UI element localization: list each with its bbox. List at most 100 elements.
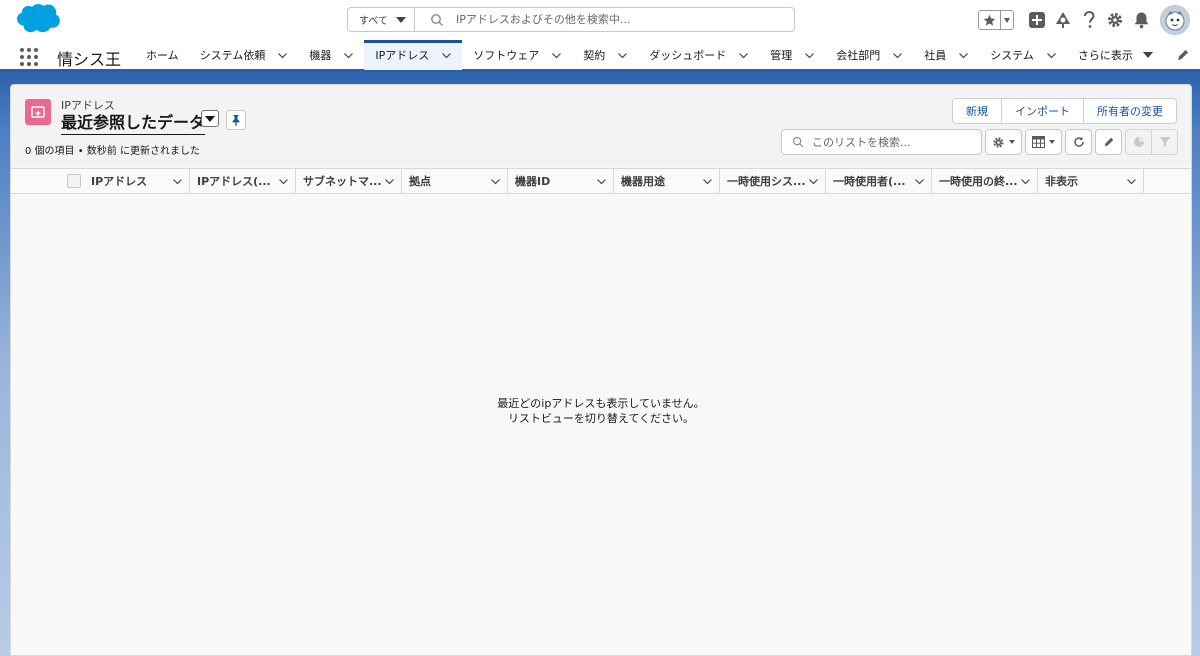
nav-item-software[interactable]: ソフトウェア bbox=[462, 40, 572, 70]
list-view-title[interactable]: 最近参照したデータ bbox=[61, 109, 206, 135]
column-header-hidden[interactable]: 非表示 bbox=[1038, 169, 1144, 193]
caret-down-icon bbox=[1049, 140, 1055, 144]
nav-item-management[interactable]: 管理 bbox=[759, 40, 825, 70]
chevron-down-icon[interactable] bbox=[1126, 176, 1137, 187]
new-button[interactable]: 新規 bbox=[953, 99, 1002, 123]
column-header-temp-end[interactable]: 一時使用の終... bbox=[932, 169, 1038, 193]
charts-button[interactable] bbox=[1126, 130, 1152, 154]
search-scope-dropdown[interactable]: すべて bbox=[348, 8, 415, 31]
app-launcher-icon[interactable] bbox=[20, 48, 38, 66]
nav-item-home[interactable]: ホーム bbox=[135, 40, 189, 70]
nav-item-label: ソフトウェア bbox=[473, 49, 540, 62]
app-name: 情シス王 bbox=[57, 50, 122, 69]
column-header-temp-system[interactable]: 一時使用シス... bbox=[720, 169, 826, 193]
list-actions: 新規 インポート 所有者の変更 bbox=[952, 98, 1177, 124]
column-header-device-use[interactable]: 機器用途 bbox=[614, 169, 720, 193]
nav-item-systems[interactable]: システム bbox=[979, 40, 1067, 70]
global-search-input[interactable] bbox=[456, 8, 794, 31]
chevron-down-icon[interactable] bbox=[277, 50, 288, 61]
nav-item-ip-addresses[interactable]: IPアドレス bbox=[364, 40, 463, 70]
nav-item-devices[interactable]: 機器 bbox=[298, 40, 364, 70]
inline-edit-button[interactable] bbox=[1095, 129, 1122, 155]
nav-item-contracts[interactable]: 契約 bbox=[572, 40, 638, 70]
global-search: すべて bbox=[347, 7, 795, 32]
help-icon bbox=[1084, 11, 1095, 28]
chevron-down-icon[interactable] bbox=[551, 50, 562, 61]
list-view-header: IPアドレス 最近参照したデータ 0 個の項目 • 数秒前 に更新されました 新… bbox=[11, 85, 1191, 167]
chevron-down-icon[interactable] bbox=[738, 50, 749, 61]
pencil-icon[interactable] bbox=[1176, 48, 1190, 62]
chevron-down-icon[interactable] bbox=[490, 176, 501, 187]
chevron-down-icon[interactable] bbox=[441, 50, 452, 61]
chevron-down-icon[interactable] bbox=[914, 176, 925, 187]
trailhead-button[interactable] bbox=[1050, 7, 1076, 33]
caret-down-icon bbox=[205, 115, 215, 122]
caret-down-icon bbox=[1009, 140, 1015, 144]
nav-item-employees[interactable]: 社員 bbox=[913, 40, 979, 70]
nav-item-departments[interactable]: 会社部門 bbox=[825, 40, 913, 70]
list-table-header: IPアドレス IPアドレス(... サブネットマ... 拠点 機器ID 機器用途… bbox=[11, 168, 1191, 194]
chevron-down-icon[interactable] bbox=[278, 176, 289, 187]
refresh-icon bbox=[1073, 136, 1084, 147]
caret-down-icon bbox=[1142, 52, 1153, 58]
nav-item-label: システム bbox=[990, 49, 1034, 62]
nav-items: ホーム システム依頼 機器 IPアドレス ソフトウェア 契約 ダッシュボード 管… bbox=[135, 40, 1163, 70]
empty-state-line-1: 最近どのipアドレスも表示していません。 bbox=[497, 397, 705, 410]
change-owner-button[interactable]: 所有者の変更 bbox=[1084, 99, 1176, 123]
filters-button[interactable] bbox=[1152, 130, 1177, 154]
list-search-input[interactable] bbox=[812, 135, 981, 149]
select-all-cell bbox=[11, 169, 84, 193]
nav-item-system-requests[interactable]: システム依頼 bbox=[189, 40, 299, 70]
column-header-device-id[interactable]: 機器ID bbox=[508, 169, 614, 193]
caret-down-icon bbox=[395, 16, 406, 23]
global-header: すべて bbox=[0, 0, 1200, 40]
favorites-button-group bbox=[978, 10, 1014, 30]
favorites-dropdown-button[interactable] bbox=[1001, 17, 1013, 23]
nav-item-dashboards[interactable]: ダッシュボード bbox=[638, 40, 759, 70]
gear-icon bbox=[1108, 13, 1122, 27]
chevron-down-icon[interactable] bbox=[702, 176, 713, 187]
column-header-temp-user[interactable]: 一時使用者(... bbox=[826, 169, 932, 193]
nav-item-label: システム依頼 bbox=[199, 49, 266, 62]
chevron-down-icon[interactable] bbox=[804, 50, 815, 61]
setup-button[interactable] bbox=[1102, 7, 1128, 33]
chevron-down-icon[interactable] bbox=[596, 176, 607, 187]
chevron-down-icon[interactable] bbox=[1020, 176, 1031, 187]
chevron-down-icon[interactable] bbox=[172, 176, 183, 187]
notifications-button[interactable] bbox=[1128, 7, 1154, 33]
chevron-down-icon[interactable] bbox=[892, 50, 903, 61]
nav-item-label: 機器 bbox=[309, 49, 332, 62]
chevron-down-icon[interactable] bbox=[958, 50, 969, 61]
column-header-ip-address-2[interactable]: IPアドレス(... bbox=[190, 169, 296, 193]
filter-icon bbox=[1159, 137, 1170, 147]
header-utility-icons bbox=[978, 5, 1190, 35]
help-button[interactable] bbox=[1076, 7, 1102, 33]
nav-item-label: 契約 bbox=[583, 49, 606, 62]
avatar-icon bbox=[1161, 6, 1189, 34]
chevron-down-icon[interactable] bbox=[617, 50, 628, 61]
display-as-button[interactable] bbox=[1025, 129, 1062, 155]
add-icon bbox=[1029, 12, 1045, 28]
nav-more-label: さらに表示 bbox=[1077, 49, 1133, 62]
nav-item-label: 会社部門 bbox=[836, 49, 881, 62]
column-header-ip-address[interactable]: IPアドレス bbox=[84, 169, 190, 193]
chevron-down-icon[interactable] bbox=[1046, 50, 1057, 61]
global-actions-button[interactable] bbox=[1024, 7, 1050, 33]
select-all-checkbox[interactable] bbox=[67, 174, 81, 188]
nav-more-menu[interactable]: さらに表示 bbox=[1067, 40, 1163, 70]
import-button[interactable]: インポート bbox=[1002, 99, 1084, 123]
column-header-location[interactable]: 拠点 bbox=[402, 169, 508, 193]
refresh-button[interactable] bbox=[1065, 129, 1092, 155]
chevron-down-icon[interactable] bbox=[808, 176, 819, 187]
chevron-down-icon[interactable] bbox=[384, 176, 395, 187]
user-avatar-button[interactable] bbox=[1160, 5, 1190, 35]
pin-list-view-button[interactable] bbox=[226, 110, 246, 130]
column-header-subnet-mask[interactable]: サブネットマ... bbox=[296, 169, 402, 193]
salesforce-cloud-logo[interactable] bbox=[12, 3, 62, 37]
table-icon bbox=[1032, 136, 1045, 148]
list-view-controls-button[interactable] bbox=[985, 129, 1022, 155]
list-view-switcher[interactable] bbox=[201, 110, 219, 127]
column-header-spacer bbox=[1144, 169, 1179, 193]
chevron-down-icon[interactable] bbox=[343, 50, 354, 61]
favorites-star-button[interactable] bbox=[979, 11, 1001, 29]
